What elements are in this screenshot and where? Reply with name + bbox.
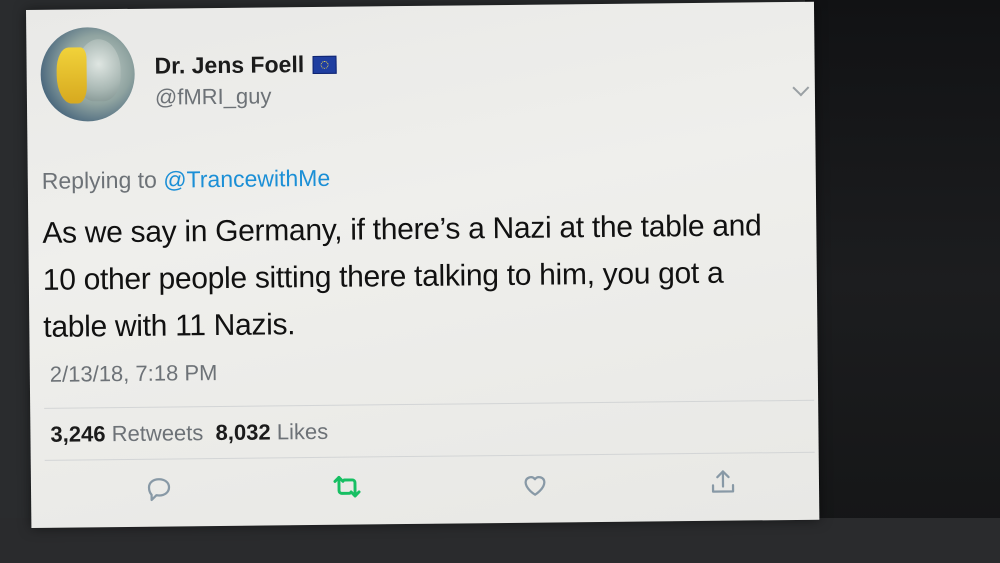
retweets-stat[interactable]: 3,246 Retweets <box>50 420 203 447</box>
likes-stat[interactable]: 8,032 Likes <box>215 419 328 445</box>
replying-to-line: Replying to @TrancewithMe <box>42 165 331 195</box>
retweets-label: Retweets <box>111 420 204 447</box>
likes-label: Likes <box>276 418 329 445</box>
author-handle[interactable]: @fMRI_guy <box>155 83 272 110</box>
avatar-face-image <box>56 47 87 104</box>
share-button[interactable] <box>705 465 741 501</box>
retweets-count: 3,246 <box>50 421 106 447</box>
tweet-text: As we say in Germany, if there’s a Nazi … <box>42 209 762 344</box>
chevron-down-icon[interactable] <box>792 79 810 97</box>
reply-button[interactable] <box>141 470 177 506</box>
retweet-button[interactable] <box>329 468 365 504</box>
likes-count: 8,032 <box>215 419 271 446</box>
tweet-timestamp[interactable]: 2/13/18, 7:18 PM <box>50 360 218 388</box>
replying-to-mention[interactable]: @TrancewithMe <box>163 165 330 193</box>
avatar[interactable] <box>40 26 136 122</box>
tweet-actions <box>141 465 741 507</box>
tweet-stats: 3,246 Retweets 8,032 Likes <box>50 419 328 448</box>
background-dark-right <box>805 0 1000 563</box>
tweet-card: Dr. Jens Foell @fMRI_guy Replying to @Tr… <box>26 1 820 528</box>
retweet-icon <box>333 475 361 498</box>
author-name[interactable]: Dr. Jens Foell <box>154 51 304 80</box>
eu-flag-icon <box>312 55 337 74</box>
share-icon <box>711 470 735 493</box>
like-button[interactable] <box>517 467 553 503</box>
reply-icon <box>147 478 171 502</box>
replying-prefix: Replying to <box>41 166 157 194</box>
like-icon <box>524 476 546 496</box>
divider <box>44 451 815 461</box>
divider <box>44 399 815 409</box>
author-name-row: Dr. Jens Foell <box>154 51 337 80</box>
